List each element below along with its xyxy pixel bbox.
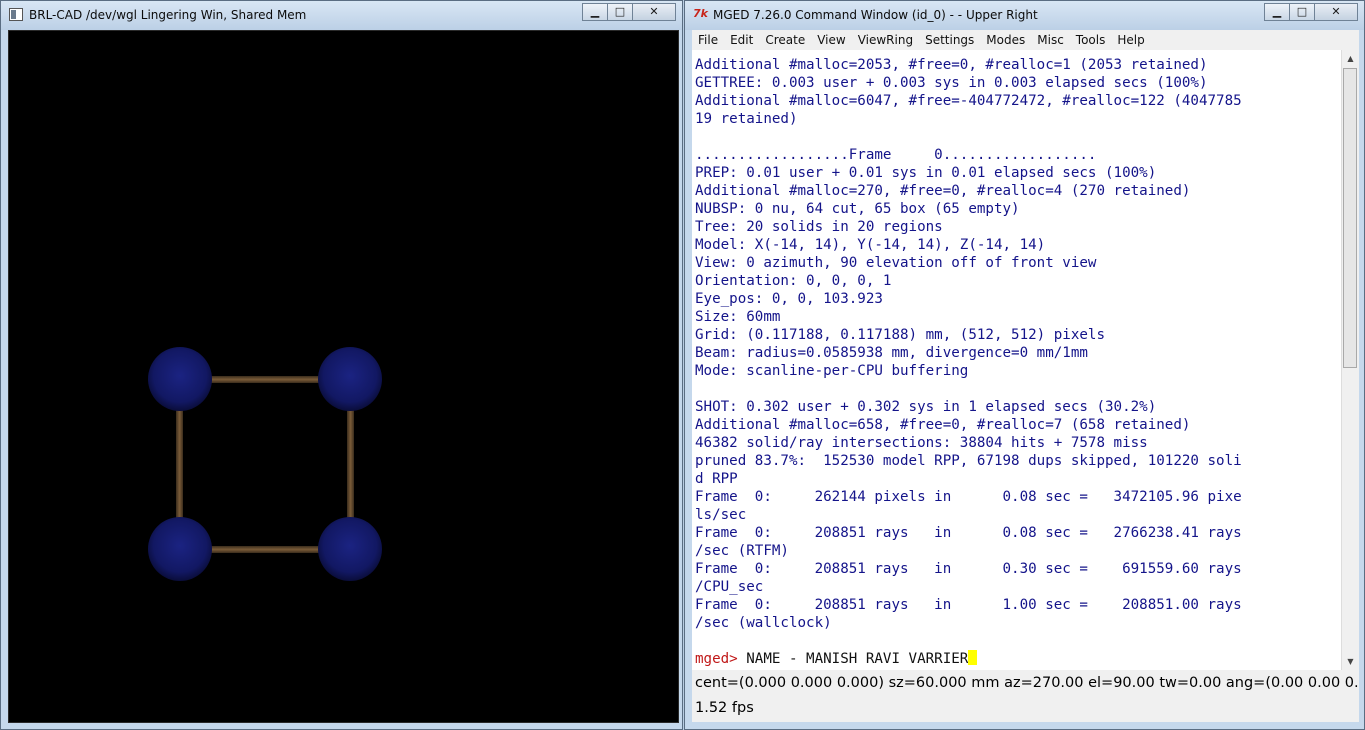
console-line: Additional #malloc=6047, #free=-40477247…: [695, 93, 1242, 109]
graphics-window-title: BRL-CAD /dev/wgl Lingering Win, Shared M…: [29, 8, 307, 22]
console-line: Additional #malloc=270, #free=0, #reallo…: [695, 183, 1191, 199]
command-window[interactable]: 7k MGED 7.26.0 Command Window (id_0) - -…: [684, 0, 1365, 730]
menu-viewring[interactable]: ViewRing: [852, 33, 919, 47]
console-line: /sec (RTFM): [695, 543, 789, 559]
console-line: Size: 60mm: [695, 309, 781, 325]
console-line: pruned 83.7%: 152530 model RPP, 67198 du…: [695, 453, 1242, 469]
console-line: Eye_pos: 0, 0, 103.923: [695, 291, 883, 307]
raytrace-viewport[interactable]: [8, 30, 679, 723]
rod-right: [347, 409, 354, 521]
view-status: cent=(0.000 0.000 0.000) sz=60.000 mm az…: [695, 675, 1359, 691]
console-line: View: 0 azimuth, 90 elevation off of fro…: [695, 255, 1097, 271]
menu-misc[interactable]: Misc: [1031, 33, 1070, 47]
console-output: Additional #malloc=2053, #free=0, #reall…: [695, 56, 1335, 668]
menu-tools[interactable]: Tools: [1070, 33, 1112, 47]
console-line: Frame 0: 208851 rays in 0.08 sec = 27662…: [695, 525, 1242, 541]
command-input[interactable]: NAME - MANISH RAVI VARRIER: [738, 651, 968, 667]
menu-edit[interactable]: Edit: [724, 33, 759, 47]
tk-feather-icon: 7k: [693, 7, 708, 20]
sphere-bottom-left: [148, 517, 212, 581]
rod-bottom: [207, 546, 325, 553]
console-line: Additional #malloc=658, #free=0, #reallo…: [695, 417, 1191, 433]
command-line[interactable]: mged> NAME - MANISH RAVI VARRIER: [695, 650, 1335, 668]
console-line: 46382 solid/ray intersections: 38804 hit…: [695, 435, 1148, 451]
menu-file[interactable]: File: [692, 33, 724, 47]
command-window-titlebar[interactable]: 7k MGED 7.26.0 Command Window (id_0) - -…: [685, 1, 1364, 30]
rod-left: [176, 409, 183, 521]
command-console[interactable]: Additional #malloc=2053, #free=0, #reall…: [692, 50, 1359, 670]
sphere-top-right: [318, 347, 382, 411]
console-line: PREP: 0.01 user + 0.01 sys in 0.01 elaps…: [695, 165, 1157, 181]
console-line: Frame 0: 208851 rays in 0.30 sec = 69155…: [695, 561, 1242, 577]
console-line: Additional #malloc=2053, #free=0, #reall…: [695, 57, 1208, 73]
menu-bar: File Edit Create View ViewRing Settings …: [692, 30, 1359, 50]
console-line: ..................Frame 0...............…: [695, 147, 1097, 163]
close-button[interactable]: ✕: [632, 3, 676, 21]
console-line: d RPP: [695, 471, 738, 487]
scroll-down-arrow-icon[interactable]: ▼: [1342, 653, 1359, 670]
text-cursor: [968, 650, 978, 665]
console-line: 19 retained): [695, 111, 798, 127]
console-line: Tree: 20 solids in 20 regions: [695, 219, 943, 235]
console-line: /sec (wallclock): [695, 615, 832, 631]
minimize-button[interactable]: ▁: [1264, 3, 1290, 21]
command-window-controls: ▁ □ ✕: [1264, 3, 1358, 22]
command-window-title: MGED 7.26.0 Command Window (id_0) - - Up…: [713, 8, 1038, 22]
console-line: NUBSP: 0 nu, 64 cut, 65 box (65 empty): [695, 201, 1020, 217]
graphics-window-titlebar[interactable]: BRL-CAD /dev/wgl Lingering Win, Shared M…: [1, 1, 682, 30]
scroll-thumb[interactable]: [1343, 68, 1357, 368]
menu-modes[interactable]: Modes: [980, 33, 1031, 47]
sphere-bottom-right: [318, 517, 382, 581]
minimize-button[interactable]: ▁: [582, 3, 608, 21]
rod-top: [207, 376, 325, 383]
fps-status: 1.52 fps: [695, 700, 754, 716]
console-line: /CPU_sec: [695, 579, 764, 595]
maximize-button[interactable]: □: [1289, 3, 1315, 21]
mged-prompt: mged>: [695, 651, 738, 667]
graphics-window[interactable]: BRL-CAD /dev/wgl Lingering Win, Shared M…: [0, 0, 683, 730]
menu-help[interactable]: Help: [1111, 33, 1150, 47]
console-line: Frame 0: 208851 rays in 1.00 sec = 20885…: [695, 597, 1242, 613]
status-panel: cent=(0.000 0.000 0.000) sz=60.000 mm az…: [692, 670, 1359, 722]
raytrace-render: [148, 347, 382, 581]
maximize-button[interactable]: □: [607, 3, 633, 21]
menu-view[interactable]: View: [811, 33, 851, 47]
window-app-icon: [9, 8, 23, 21]
console-line: ls/sec: [695, 507, 747, 523]
console-lines: Additional #malloc=2053, #free=0, #reall…: [695, 56, 1335, 650]
close-button[interactable]: ✕: [1314, 3, 1358, 21]
console-line: GETTREE: 0.003 user + 0.003 sys in 0.003…: [695, 75, 1208, 91]
console-line: Beam: radius=0.0585938 mm, divergence=0 …: [695, 345, 1088, 361]
menu-settings[interactable]: Settings: [919, 33, 980, 47]
console-line: Model: X(-14, 14), Y(-14, 14), Z(-14, 14…: [695, 237, 1046, 253]
scroll-up-arrow-icon[interactable]: ▲: [1342, 50, 1359, 67]
sphere-top-left: [148, 347, 212, 411]
console-line: Grid: (0.117188, 0.117188) mm, (512, 512…: [695, 327, 1105, 343]
console-line: Mode: scanline-per-CPU buffering: [695, 363, 969, 379]
console-line: Frame 0: 262144 pixels in 0.08 sec = 347…: [695, 489, 1242, 505]
console-line: Orientation: 0, 0, 0, 1: [695, 273, 892, 289]
graphics-window-controls: ▁ □ ✕: [582, 3, 676, 22]
console-scrollbar[interactable]: ▲ ▼: [1341, 50, 1359, 670]
console-line: SHOT: 0.302 user + 0.302 sys in 1 elapse…: [695, 399, 1157, 415]
menu-create[interactable]: Create: [759, 33, 811, 47]
